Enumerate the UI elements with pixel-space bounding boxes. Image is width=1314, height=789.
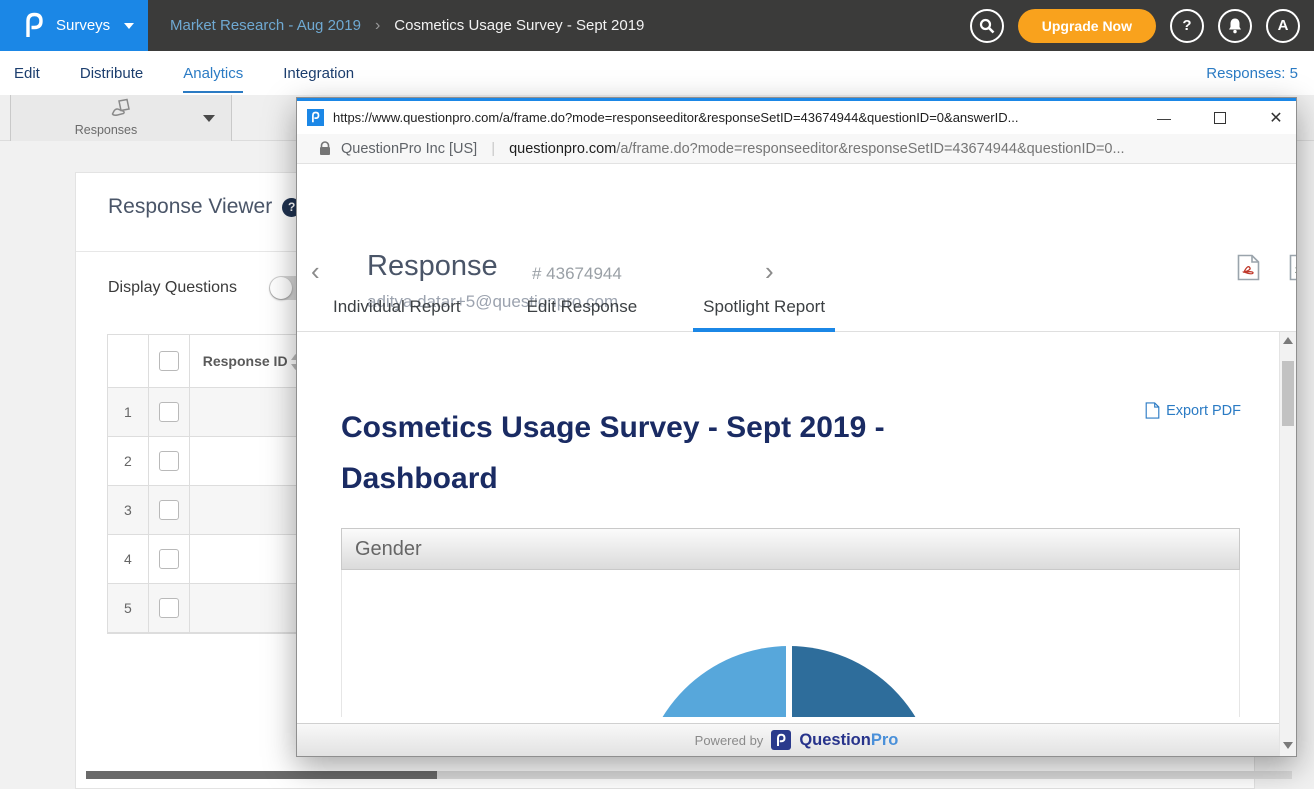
top-header: Surveys Market Research - Aug 2019 › Cos… (0, 0, 1314, 51)
vertical-scrollbar[interactable] (1279, 332, 1296, 756)
url-path: /a/frame.do?mode=responseeditor&response… (616, 141, 1124, 157)
scroll-up-arrow-icon[interactable] (1283, 337, 1293, 344)
chevron-down-icon (124, 23, 134, 29)
export-xls-icon[interactable]: x (1289, 254, 1297, 286)
next-response-button[interactable]: › (765, 258, 774, 284)
pdf-file-icon (1145, 402, 1160, 419)
nav-item-distribute[interactable]: Distribute (80, 53, 143, 93)
response-header: ‹ Response # 43674944 › aditya.datar+5@q… (297, 164, 1296, 288)
row-number: 4 (124, 551, 132, 567)
surveys-label: Surveys (56, 17, 110, 34)
row-number: 1 (124, 404, 132, 420)
security-address-bar[interactable]: QuestionPro Inc [US] | questionpro.com/a… (297, 134, 1296, 164)
help-button[interactable]: ? (1170, 9, 1204, 43)
horizontal-scrollbar-thumb[interactable] (86, 771, 437, 779)
brand-question: Question (799, 731, 871, 749)
report-heading: Cosmetics Usage Survey - Sept 2019 - Das… (341, 402, 981, 504)
brand-pro: Pro (871, 731, 899, 749)
toggle-knob (270, 277, 292, 299)
scroll-down-arrow-icon[interactable] (1283, 742, 1293, 749)
page: Surveys Market Research - Aug 2019 › Cos… (0, 0, 1314, 789)
row-checkbox[interactable] (159, 598, 179, 618)
row-checkbox[interactable] (159, 451, 179, 471)
response-editor-window: https://www.questionpro.com/a/frame.do?m… (296, 97, 1297, 757)
response-title: Response (367, 250, 498, 283)
nav-item-integration[interactable]: Integration (283, 53, 354, 93)
display-questions-label: Display Questions (108, 279, 237, 297)
svg-text:x: x (1295, 265, 1297, 276)
gender-section: Gender (341, 528, 1240, 717)
vertical-scrollbar-thumb[interactable] (1282, 361, 1294, 426)
minimize-button[interactable]: — (1151, 108, 1177, 128)
questionpro-logo-icon (22, 11, 46, 41)
maximize-icon (1214, 112, 1226, 124)
lock-icon (319, 141, 331, 156)
upgrade-now-button[interactable]: Upgrade Now (1018, 9, 1156, 43)
response-id-label: # 43674944 (532, 264, 622, 284)
nav-item-analytics[interactable]: Analytics (183, 53, 243, 93)
row-number: 2 (124, 453, 132, 469)
survey-nav: Edit Distribute Analytics Integration Re… (0, 51, 1314, 95)
bell-icon (1227, 17, 1243, 34)
row-checkbox[interactable] (159, 402, 179, 422)
gender-section-header: Gender (341, 528, 1240, 570)
certificate-org: QuestionPro Inc [US] (341, 141, 477, 157)
window-title-url: https://www.questionpro.com/a/frame.do?m… (333, 110, 1133, 125)
responses-count: Responses: 5 (1206, 65, 1298, 82)
maximize-button[interactable] (1207, 108, 1233, 128)
separator: | (487, 140, 499, 157)
window-titlebar[interactable]: https://www.questionpro.com/a/frame.do?m… (297, 101, 1296, 134)
row-checkbox[interactable] (159, 500, 179, 520)
gender-chart-area (341, 570, 1240, 717)
row-number: 5 (124, 600, 132, 616)
row-checkbox[interactable] (159, 549, 179, 569)
notifications-button[interactable] (1218, 9, 1252, 43)
main-area: Responses Response Viewer ? Display Ques… (0, 95, 1314, 789)
report-tabs: Individual Report Edit Response Spotligh… (297, 288, 1296, 332)
responses-tool-tab[interactable]: Responses (10, 95, 232, 141)
questionpro-footer-logo-icon (771, 730, 791, 750)
powered-by-label: Powered by (695, 733, 764, 748)
powered-by-footer: Powered by QuestionPro (297, 723, 1296, 756)
chevron-down-icon[interactable] (203, 115, 215, 122)
avatar[interactable]: A (1266, 9, 1300, 43)
close-button[interactable]: ✕ (1263, 108, 1289, 128)
export-pdf-label: Export PDF (1166, 403, 1241, 419)
row-number-header (108, 335, 149, 388)
breadcrumb: Market Research - Aug 2019 › Cosmetics U… (170, 17, 644, 35)
tab-edit-response[interactable]: Edit Response (517, 288, 648, 332)
search-icon (979, 18, 995, 34)
row-number: 3 (124, 502, 132, 518)
horizontal-scrollbar[interactable] (86, 771, 1292, 779)
responses-tool-label: Responses (11, 123, 201, 137)
nav-item-edit[interactable]: Edit (14, 53, 40, 93)
surveys-menu[interactable]: Surveys (0, 0, 148, 51)
page-title: Response Viewer (108, 195, 272, 219)
pie-slice-gap (786, 644, 792, 717)
export-pdf-icon[interactable] (1237, 254, 1260, 286)
select-all-checkbox[interactable] (159, 351, 179, 371)
spotlight-report-content: Cosmetics Usage Survey - Sept 2019 - Das… (297, 332, 1279, 723)
breadcrumb-separator-icon: › (375, 17, 380, 35)
tab-individual-report[interactable]: Individual Report (323, 288, 471, 332)
tab-spotlight-report[interactable]: Spotlight Report (693, 288, 835, 332)
url-domain: questionpro.com (509, 141, 616, 157)
favicon-icon (307, 109, 324, 126)
search-button[interactable] (970, 9, 1004, 43)
previous-response-button[interactable]: ‹ (311, 258, 320, 284)
breadcrumb-parent[interactable]: Market Research - Aug 2019 (170, 17, 361, 34)
header-actions: Upgrade Now ? A (970, 9, 1314, 43)
export-pdf-link[interactable]: Export PDF (1145, 402, 1241, 419)
breadcrumb-current: Cosmetics Usage Survey - Sept 2019 (394, 17, 644, 34)
response-id-column-header[interactable]: Response ID (190, 353, 288, 369)
